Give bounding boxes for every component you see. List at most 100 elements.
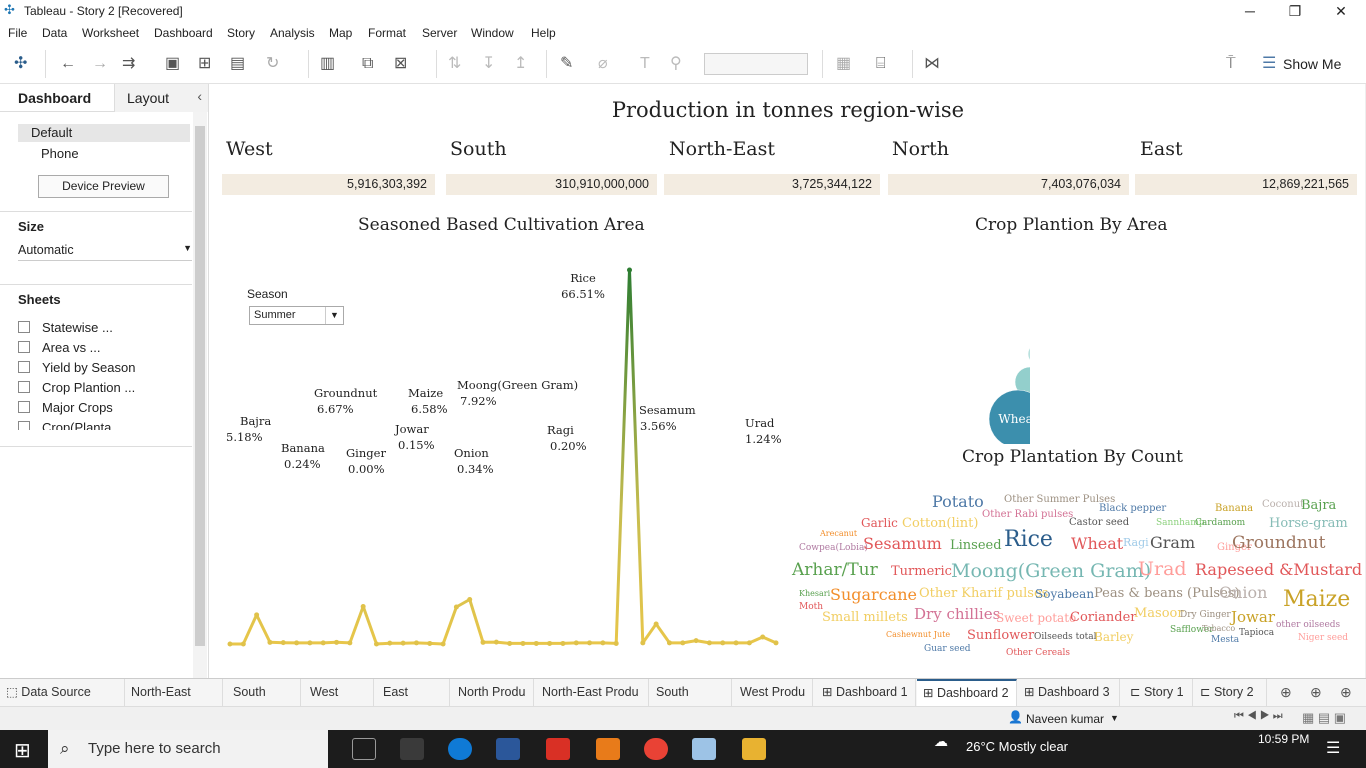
new-worksheet-icon[interactable]: ▥ [320,54,335,74]
sheet-tab[interactable]: South Produ [650,679,732,726]
sort-asc-icon[interactable]: ↧ [482,54,495,74]
weather-text[interactable]: 26°C Mostly clear [966,739,1068,754]
wordcloud-word[interactable]: Peas & beans (Pulses) [1094,587,1240,600]
highlight-icon[interactable]: ✎ [560,54,573,74]
wordcloud-word[interactable]: Sugarcane [830,587,917,603]
share-icon[interactable]: ⋈ [924,54,940,74]
word-icon[interactable] [496,738,520,760]
menu-file[interactable]: File [8,26,27,40]
show-cards-icon[interactable]: ▦ [836,54,851,74]
wordcloud-word[interactable]: Turmeric [891,565,952,578]
data-point[interactable] [613,640,619,646]
tableau-home-icon[interactable]: ✣ [14,54,27,74]
replay-icon[interactable]: ⇉ [122,54,135,74]
sheet-tab[interactable]: ⊞ Dashboard 1 [816,679,916,707]
wordcloud-word[interactable]: Sunflower [967,629,1034,642]
chrome-icon[interactable] [644,738,668,760]
wordcloud-word[interactable]: Coconut [1262,500,1304,510]
data-point[interactable] [493,639,499,645]
data-point[interactable] [693,638,699,644]
format-painter-icon[interactable]: ⍑ [1226,54,1236,74]
menu-story[interactable]: Story [227,26,255,40]
wordcloud-word[interactable]: Castor seed [1069,518,1129,528]
data-point[interactable] [307,640,313,646]
user-name[interactable]: Naveen kumar [1026,712,1104,726]
data-point[interactable] [373,641,379,647]
wordcloud-word[interactable]: Barley [1094,631,1133,643]
data-point[interactable] [280,640,286,646]
data-point[interactable] [520,640,526,646]
data-point[interactable] [547,640,553,646]
data-point[interactable] [294,640,300,646]
sheet-tab[interactable]: West Area [304,679,374,726]
data-point[interactable] [347,640,353,646]
wordcloud-word[interactable]: Soyabean [1035,588,1094,600]
wordcloud-word[interactable]: Khesari [799,590,830,598]
wordcloud-word[interactable]: Tapioca [1239,629,1274,638]
data-point[interactable] [360,603,366,609]
data-point[interactable] [773,640,779,646]
data-point[interactable] [706,640,712,646]
sheet-tab[interactable]: ⊞ Dashboard 3 [1018,679,1120,707]
size-dropdown[interactable]: Automatic ▼ [18,241,192,261]
chevron-down-icon[interactable]: ▼ [1110,713,1119,723]
wordcloud-word[interactable]: Dry Ginger [1180,611,1231,620]
data-point[interactable] [453,604,459,610]
data-point[interactable] [413,640,419,646]
fit-dropdown[interactable] [704,53,808,75]
sheet-tab[interactable]: ⬚ Data Source [0,679,125,707]
minimize-button[interactable]: ─ [1227,0,1273,22]
menu-analysis[interactable]: Analysis [270,26,315,40]
menu-dashboard[interactable]: Dashboard [154,26,213,40]
wordcloud-word[interactable]: Niger seed [1298,634,1348,643]
wordcloud-word[interactable]: Black pepper [1099,504,1166,514]
menu-help[interactable]: Help [531,26,556,40]
crop-bubble[interactable] [1027,344,1030,364]
data-point[interactable] [666,640,672,646]
wordcloud-word[interactable]: Urad [1138,560,1187,579]
edge-icon[interactable] [448,738,472,760]
redo-icon[interactable]: → [92,54,108,74]
wordcloud-word[interactable]: Coriander [1070,611,1137,624]
notification-icon[interactable]: ☰ [1326,738,1340,758]
menu-data[interactable]: Data [42,26,67,40]
clear-sheet-icon[interactable]: ⊠ [394,54,407,74]
wordcloud-word[interactable]: Linseed [950,539,1002,552]
data-point[interactable] [387,640,393,646]
show-me-button[interactable]: Show Me [1283,54,1341,74]
sheet-tab[interactable]: ⊏ Story 2 [1194,679,1267,707]
sheet-tab[interactable]: East Produ [377,679,450,726]
close-button[interactable]: ✕ [1318,0,1364,22]
wordcloud-word[interactable]: Sesamum [863,536,942,552]
view-toggle-icons[interactable]: ▦ ▤ ▣ [1302,710,1346,726]
data-point[interactable] [627,267,633,273]
wordcloud-word[interactable]: Bajra [1301,499,1336,512]
wordcloud-word[interactable]: Arhar/Tur [792,562,878,579]
wordcloud-word[interactable]: Oilseeds total [1034,633,1097,642]
data-point[interactable] [254,612,260,618]
wordcloud-word[interactable]: Small millets [822,611,908,624]
wordcloud-word[interactable]: Guar seed [924,645,971,654]
data-point[interactable] [480,639,486,645]
windows-start-icon[interactable]: ⊞ [14,738,31,763]
device-default[interactable]: Default [31,125,72,140]
undo-icon[interactable]: ← [60,54,76,74]
wordcloud-word[interactable]: Rapeseed &Mustard [1195,562,1362,578]
sheet-tab[interactable]: ⊞ Dashboard 2 [917,679,1017,707]
wordcloud-word[interactable]: Garlic [861,517,898,529]
presentation-mode-icon[interactable]: ⌸ [876,54,886,74]
sheet-tab[interactable]: North Produ [452,679,534,707]
data-point[interactable] [573,640,579,646]
sheet-tab[interactable]: ⊏ Story 1 [1124,679,1193,707]
data-point[interactable] [733,640,739,646]
wordcloud-word[interactable]: Dry chillies [914,607,1000,622]
new-datasource-icon[interactable]: ⊞ [198,54,211,74]
show-me-icon[interactable]: ☰ [1262,54,1276,74]
wordcloud-word[interactable]: Other Cereals [1006,649,1070,658]
data-point[interactable] [507,640,513,646]
group-icon[interactable]: ⌀ [598,54,608,74]
wordcloud-word[interactable]: Jowar [1231,610,1275,625]
wordcloud-word[interactable]: other oilseeds [1276,621,1340,630]
wordcloud-word[interactable]: Banana [1215,504,1253,514]
device-phone[interactable]: Phone [41,146,79,161]
